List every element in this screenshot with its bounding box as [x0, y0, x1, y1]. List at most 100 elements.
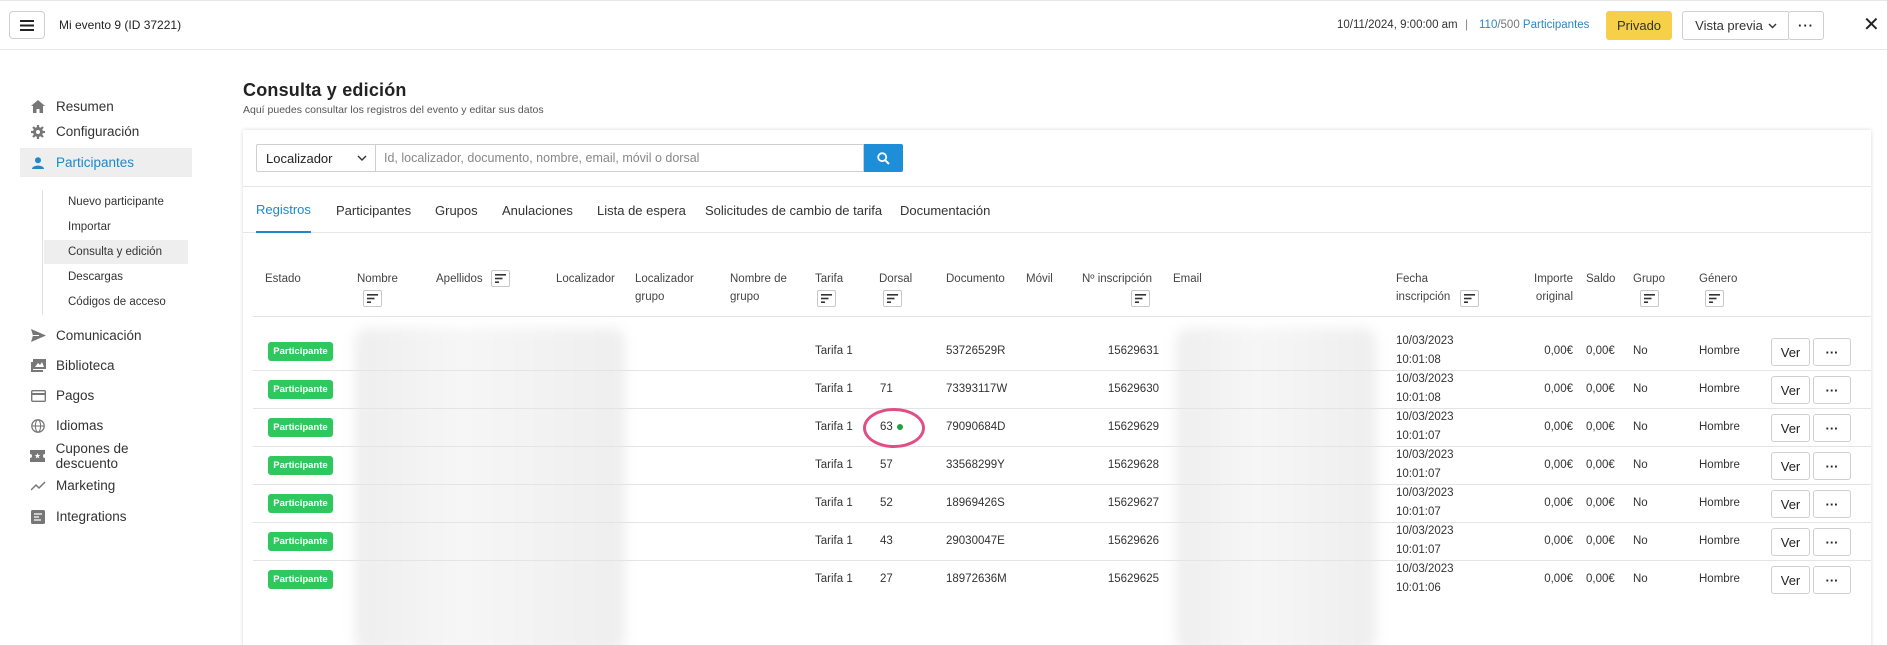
sidebar-item-marketing[interactable]: Marketing [20, 471, 192, 500]
sidebar-item-comunicacion[interactable]: Comunicación [20, 321, 192, 350]
cell-n-inscripcion: 15629626 [1107, 535, 1159, 547]
tab-grupos[interactable]: Grupos [435, 187, 478, 233]
send-icon [29, 327, 47, 345]
sort-grupo-button[interactable] [1640, 290, 1659, 308]
ver-button[interactable]: Ver [1771, 376, 1810, 404]
search-bar: Localizador [256, 144, 903, 172]
sidebar-item-idiomas[interactable]: Idiomas [20, 411, 192, 440]
row-more-button[interactable]: ··· [1813, 490, 1851, 518]
sort-icon [1464, 294, 1475, 304]
row-more-button[interactable]: ··· [1813, 414, 1851, 442]
row-more-button[interactable]: ··· [1813, 566, 1851, 594]
submenu-nuevo-participante[interactable]: Nuevo participante [44, 190, 188, 214]
submenu-importar[interactable]: Importar [44, 215, 188, 239]
submenu-codigos-acceso[interactable]: Códigos de acceso [44, 290, 188, 314]
cell-documento: 33568299Y [946, 459, 1005, 471]
tab-solicitudes-cambio-tarifa[interactable]: Solicitudes de cambio de tarifa [705, 187, 882, 233]
participants-total: /500 [1497, 19, 1520, 31]
row-more-button[interactable]: ··· [1813, 452, 1851, 480]
tab-lista-espera[interactable]: Lista de espera [597, 187, 686, 233]
cell-saldo: 0,00€ [1586, 459, 1615, 471]
status-badge: Participante [268, 418, 333, 437]
tab-documentacion[interactable]: Documentación [900, 187, 990, 233]
row-divider [253, 484, 1871, 485]
sidebar-item-biblioteca[interactable]: Biblioteca [20, 351, 192, 380]
col-nombre-grupo-line2: grupo [730, 291, 760, 303]
blurred-email-region [1176, 328, 1376, 645]
sidebar-item-label: Pagos [56, 388, 95, 403]
tab-participantes[interactable]: Participantes [336, 187, 411, 233]
cell-importe: 0,00€ [1544, 345, 1573, 357]
search-button[interactable] [864, 144, 903, 172]
cell-tarifa: Tarifa 1 [815, 459, 853, 471]
ver-button[interactable]: Ver [1771, 452, 1810, 480]
ver-button[interactable]: Ver [1771, 338, 1810, 366]
sidebar-item-pagos[interactable]: Pagos [20, 381, 192, 410]
sort-apellidos-button[interactable] [491, 270, 510, 288]
ver-button[interactable]: Ver [1771, 414, 1810, 442]
participants-label: Participantes [1519, 19, 1590, 31]
blurred-names-region [355, 328, 625, 645]
cell-hora: 10:01:08 [1396, 354, 1441, 366]
cell-n-inscripcion: 15629630 [1107, 383, 1159, 395]
sidebar-item-label: Participantes [56, 155, 135, 170]
sort-icon [1135, 294, 1146, 304]
submenu-descargas[interactable]: Descargas [44, 265, 188, 289]
sidebar-item-label: Biblioteca [56, 358, 115, 373]
trend-icon [29, 477, 47, 495]
cell-tarifa: Tarifa 1 [815, 383, 853, 395]
hamburger-menu-button[interactable] [9, 11, 45, 39]
col-fecha-line1: Fecha [1396, 273, 1428, 285]
cell-documento: 18972636M [946, 573, 1007, 585]
sort-tarifa-button[interactable] [817, 290, 836, 308]
tabs-bar: Registros Participantes Grupos Anulacion… [243, 186, 1871, 233]
sort-dorsal-button[interactable] [883, 290, 902, 308]
cell-tarifa: Tarifa 1 [815, 345, 853, 357]
cell-grupo: No [1633, 497, 1648, 509]
sort-icon [1644, 294, 1655, 304]
cell-documento: 29030047E [946, 535, 1005, 547]
sidebar-item-configuracion[interactable]: Configuración [20, 117, 192, 146]
sidebar-item-participantes[interactable]: Participantes [20, 148, 192, 177]
tab-anulaciones[interactable]: Anulaciones [502, 187, 573, 233]
participants-count-link[interactable]: 110/500 Participantes [1479, 19, 1589, 31]
tab-registros[interactable]: Registros [256, 187, 311, 233]
sort-inscripcion-button[interactable] [1131, 290, 1150, 308]
cell-n-inscripcion: 15629628 [1107, 459, 1159, 471]
cell-grupo: No [1633, 421, 1648, 433]
chevron-down-icon [357, 155, 367, 161]
sort-genero-button[interactable] [1705, 290, 1724, 308]
vista-previa-button[interactable]: Vista previa [1682, 11, 1790, 40]
sidebar-item-label: Idiomas [56, 418, 104, 433]
ver-button[interactable]: Ver [1771, 490, 1810, 518]
status-badge: Participante [268, 532, 333, 551]
search-field-select[interactable]: Localizador [256, 144, 375, 172]
submenu-consulta-edicion[interactable]: Consulta y edición [44, 240, 188, 264]
participantes-submenu: Nuevo participante Importar Consulta y e… [42, 190, 192, 315]
cell-saldo: 0,00€ [1586, 573, 1615, 585]
close-icon[interactable]: ✕ [1863, 15, 1880, 35]
more-options-button[interactable]: ··· [1788, 11, 1824, 40]
row-more-button[interactable]: ··· [1813, 338, 1851, 366]
cell-fecha: 10/03/2023 [1396, 563, 1454, 575]
participants-current: 110 [1479, 19, 1498, 31]
sidebar-item-cupones[interactable]: Cupones de descuento [20, 441, 192, 471]
status-badge: Participante [268, 342, 333, 361]
search-input[interactable] [375, 144, 864, 172]
ver-button[interactable]: Ver [1771, 528, 1810, 556]
cell-fecha: 10/03/2023 [1396, 335, 1454, 347]
sort-nombre-button[interactable] [363, 290, 382, 308]
col-fecha-inscripcion: Fecha inscripción [1396, 270, 1450, 306]
row-more-button[interactable]: ··· [1813, 528, 1851, 556]
sidebar-item-integrations[interactable]: Integrations [20, 502, 192, 531]
ver-button[interactable]: Ver [1771, 566, 1810, 594]
cell-grupo: No [1633, 345, 1648, 357]
cell-genero: Hombre [1699, 383, 1740, 395]
privado-button[interactable]: Privado [1606, 11, 1672, 40]
sort-fecha-button[interactable] [1460, 290, 1479, 308]
cell-genero: Hombre [1699, 573, 1740, 585]
cell-n-inscripcion: 15629627 [1107, 497, 1159, 509]
sort-icon [495, 274, 506, 284]
row-more-button[interactable]: ··· [1813, 376, 1851, 404]
globe-icon [29, 417, 47, 435]
